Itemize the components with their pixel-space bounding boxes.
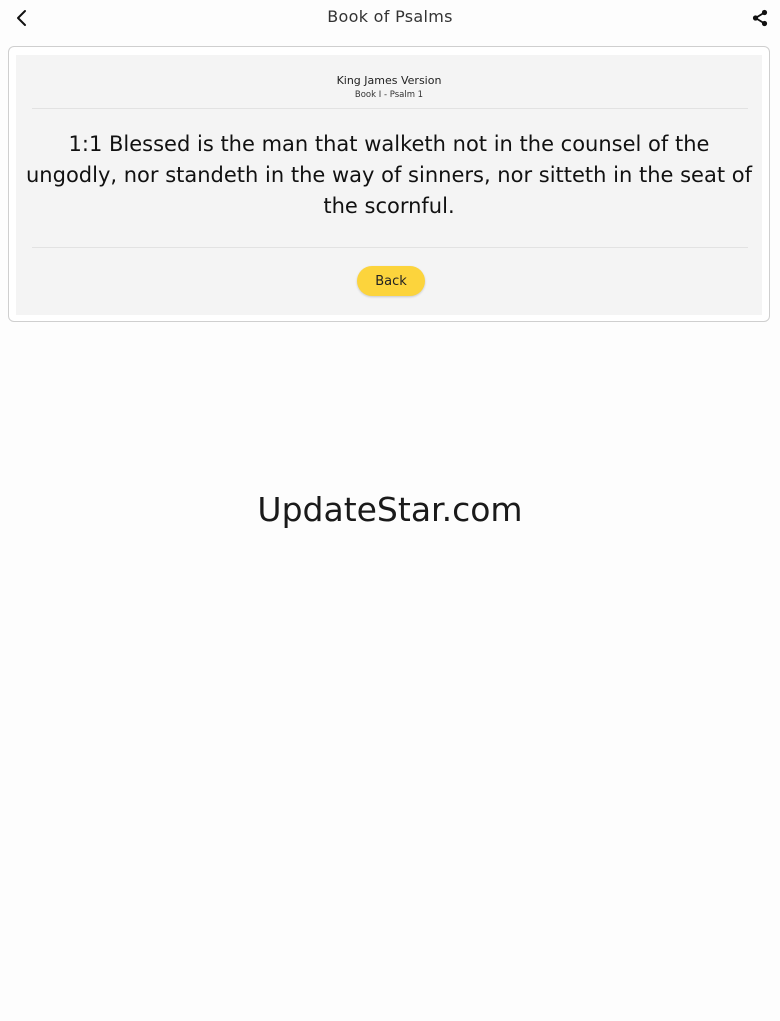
- psalm-subtitle: Book I - Psalm 1: [354, 90, 424, 100]
- share-button[interactable]: [746, 5, 774, 31]
- share-icon: [752, 9, 768, 27]
- back-button[interactable]: Back: [357, 266, 425, 296]
- version-label: King James Version: [336, 74, 442, 87]
- top-bar: Book of Psalms: [0, 0, 780, 36]
- watermark-text: UpdateStar.com: [257, 490, 523, 529]
- page-title: Book of Psalms: [327, 7, 453, 26]
- divider-bottom: [32, 247, 748, 248]
- verse-card-body: King James Version Book I - Psalm 1 1:1 …: [16, 55, 762, 315]
- divider-top: [32, 108, 748, 109]
- verse-text: 1:1 Blessed is the man that walketh not …: [26, 132, 752, 218]
- verse-card: King James Version Book I - Psalm 1 1:1 …: [8, 46, 770, 322]
